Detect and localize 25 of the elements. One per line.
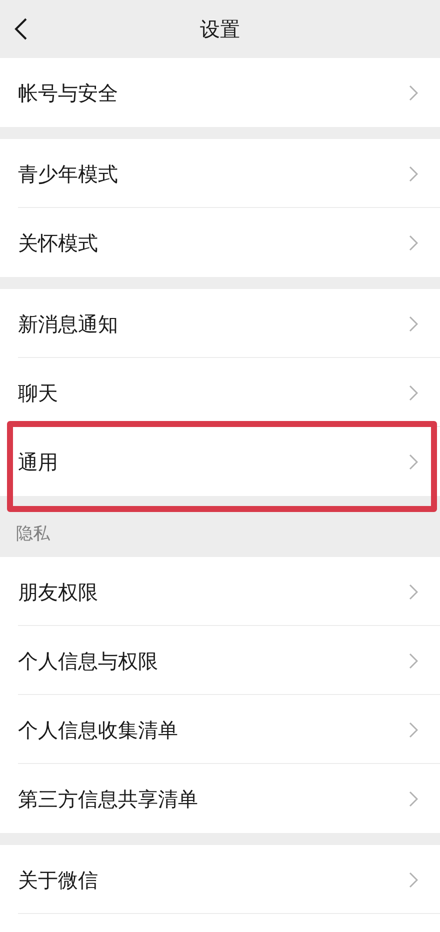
- chevron-right-icon: [409, 316, 418, 332]
- chevron-right-icon: [409, 454, 418, 470]
- settings-item[interactable]: 青少年模式: [0, 139, 440, 208]
- chevron-right-icon: [409, 234, 418, 250]
- settings-item[interactable]: 帐号与安全: [0, 58, 440, 127]
- settings-item[interactable]: 关怀模式: [0, 208, 440, 277]
- chevron-right-icon: [409, 652, 418, 668]
- section-header: 隐私: [16, 522, 50, 546]
- settings-item[interactable]: 聊天: [0, 358, 440, 427]
- settings-item[interactable]: 新消息通知: [0, 289, 440, 358]
- chevron-right-icon: [409, 790, 418, 806]
- chevron-right-icon: [409, 872, 418, 888]
- chevron-right-icon: [409, 84, 418, 100]
- settings-item[interactable]: 第三方信息共享清单: [0, 764, 440, 833]
- settings-item[interactable]: 关于微信: [0, 845, 440, 914]
- page-title: 设置: [200, 16, 240, 43]
- chevron-right-icon: [409, 584, 418, 600]
- settings-item[interactable]: 朋友权限: [0, 557, 440, 626]
- settings-item[interactable]: 个人信息收集清单: [0, 695, 440, 764]
- chevron-right-icon: [409, 722, 418, 738]
- chevron-right-icon: [409, 384, 418, 400]
- back-icon[interactable]: [14, 18, 28, 40]
- settings-item[interactable]: 个人信息与权限: [0, 626, 440, 695]
- chevron-right-icon: [409, 166, 418, 182]
- settings-item[interactable]: 通用: [0, 427, 440, 496]
